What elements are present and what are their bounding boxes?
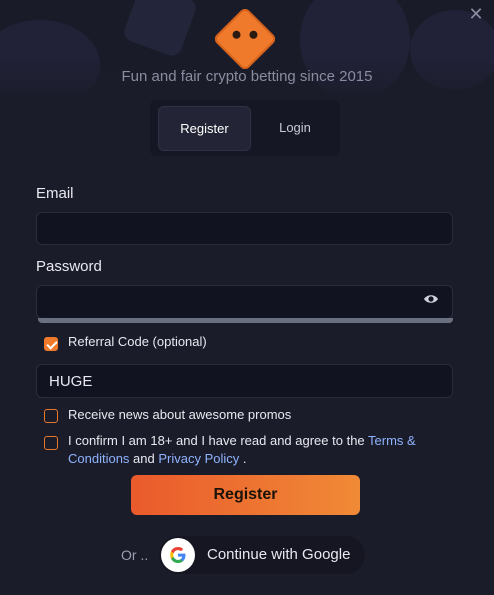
auth-tabs: Register Login	[150, 100, 340, 156]
password-field[interactable]	[36, 285, 453, 319]
confirm-checkbox[interactable]	[44, 436, 58, 450]
privacy-link[interactable]: Privacy Policy	[158, 451, 239, 466]
register-button[interactable]: Register	[131, 475, 360, 515]
email-label: Email	[36, 185, 74, 202]
tab-login[interactable]: Login	[250, 106, 340, 149]
google-button-label: Continue with Google	[207, 546, 351, 563]
confirm-text-prefix: I confirm I am 18+ and I have read and a…	[68, 433, 369, 448]
tagline: Fun and fair crypto betting since 2015	[121, 68, 373, 85]
google-icon	[161, 538, 195, 572]
password-strength-bar	[38, 318, 453, 323]
google-signin-button[interactable]: Continue with Google	[159, 536, 365, 574]
background-dice	[121, 0, 199, 59]
eye-icon[interactable]	[423, 293, 439, 305]
promos-checkbox[interactable]	[44, 409, 58, 423]
email-field[interactable]	[36, 212, 453, 245]
referral-code-input[interactable]	[36, 364, 453, 398]
password-label: Password	[36, 258, 102, 275]
tab-register[interactable]: Register	[158, 106, 251, 151]
confirm-text-and: and	[129, 451, 159, 466]
referral-checkbox[interactable]	[44, 337, 58, 351]
close-icon[interactable]: ✕	[468, 5, 484, 23]
confirm-text: I confirm I am 18+ and I have read and a…	[68, 432, 428, 468]
referral-label: Referral Code (optional)	[68, 334, 207, 349]
promos-label: Receive news about awesome promos	[68, 407, 292, 422]
confirm-text-suffix: .	[239, 451, 247, 466]
or-text: Or ..	[121, 547, 149, 563]
